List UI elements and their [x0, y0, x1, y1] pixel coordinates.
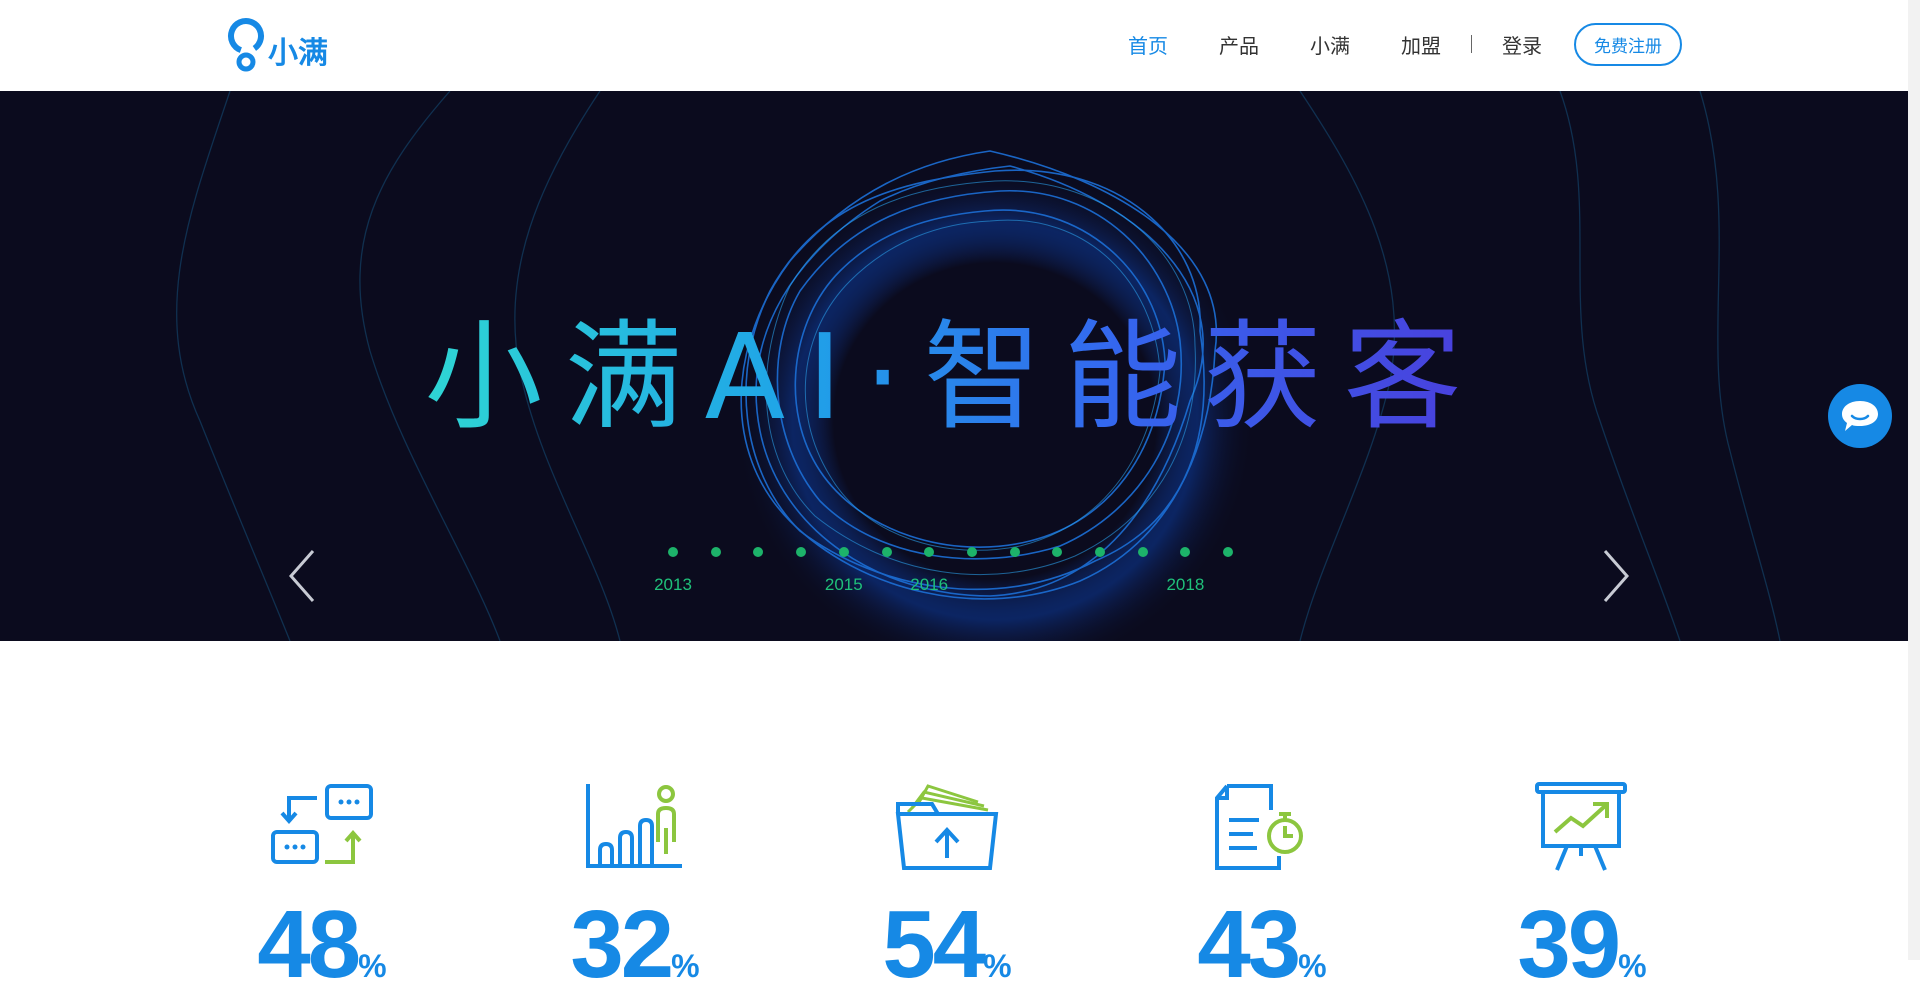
register-button[interactable]: 免费注册	[1574, 22, 1682, 66]
stat-card: 32%	[535, 780, 735, 998]
timeline-dot[interactable]	[668, 547, 678, 557]
timeline-dot[interactable]	[1137, 547, 1148, 557]
online-chat-button[interactable]	[1828, 384, 1892, 448]
timeline-dot[interactable]	[838, 547, 849, 557]
history-timeline: 2013 2015 2016 2018	[0, 547, 1908, 607]
stat-value: 48%	[257, 891, 387, 998]
stat-value: 32%	[570, 891, 700, 998]
timeline-year-label[interactable]: 2013	[633, 575, 713, 595]
nav-item-home[interactable]: 首页	[1128, 30, 1168, 59]
hero-title: 小满AI·智能获客	[0, 281, 1908, 452]
timeline-dot[interactable]	[710, 547, 721, 557]
timeline-dot[interactable]	[753, 547, 764, 557]
presentation-chart-icon	[1535, 782, 1627, 871]
timeline-dot[interactable]	[1009, 547, 1020, 557]
brand-logo[interactable]: 小满	[226, 16, 328, 72]
timeline-dot[interactable]	[1095, 547, 1105, 557]
timeline-year-label[interactable]: 2018	[1145, 575, 1225, 595]
top-navigation-bar: 小满 首页 产品 小满 加盟 登录 免费注册	[0, 0, 1920, 90]
main-nav: 首页 产品 小满 加盟 登录 免费注册	[1077, 22, 1682, 66]
login-link[interactable]: 登录	[1502, 30, 1542, 59]
timeline-dot[interactable]	[1223, 547, 1234, 557]
timeline-dot[interactable]	[1052, 547, 1063, 557]
nav-item-join[interactable]: 加盟	[1401, 30, 1441, 59]
timeline-dot[interactable]	[1180, 547, 1191, 557]
timeline-dot[interactable]	[924, 547, 935, 557]
logo-mark-icon	[228, 18, 264, 72]
timeline-dot[interactable]	[966, 547, 977, 557]
chat-bubble-icon	[1842, 401, 1878, 431]
timeline-year-label[interactable]: 2015	[804, 575, 884, 595]
stat-card: 43%	[1162, 780, 1362, 998]
document-timer-icon	[1215, 784, 1303, 870]
conversation-icon	[271, 784, 373, 864]
timeline-year-label[interactable]: 2016	[889, 575, 969, 595]
logo-text: 小满	[268, 36, 328, 71]
growth-person-icon	[586, 784, 682, 868]
page-scrollbar[interactable]	[1908, 0, 1920, 960]
timeline-dot[interactable]	[796, 547, 807, 557]
stat-value: 43%	[1197, 891, 1327, 998]
stat-card: 48%	[222, 780, 422, 998]
nav-divider	[1471, 35, 1472, 53]
stat-value: 39%	[1517, 891, 1647, 998]
stat-card: 54%	[847, 780, 1047, 998]
stat-value: 54%	[882, 891, 1012, 998]
timeline-dot[interactable]	[881, 547, 892, 557]
hero-banner: 小满AI·智能获客 2013 2015 2016 2018	[0, 91, 1908, 641]
hero-title-text: 小满AI·智能获客	[424, 308, 1484, 446]
nav-item-products[interactable]: 产品	[1219, 30, 1259, 59]
nav-item-xiaoman[interactable]: 小满	[1310, 30, 1350, 59]
folder-upload-icon	[895, 784, 999, 870]
stat-card: 39%	[1482, 780, 1682, 998]
